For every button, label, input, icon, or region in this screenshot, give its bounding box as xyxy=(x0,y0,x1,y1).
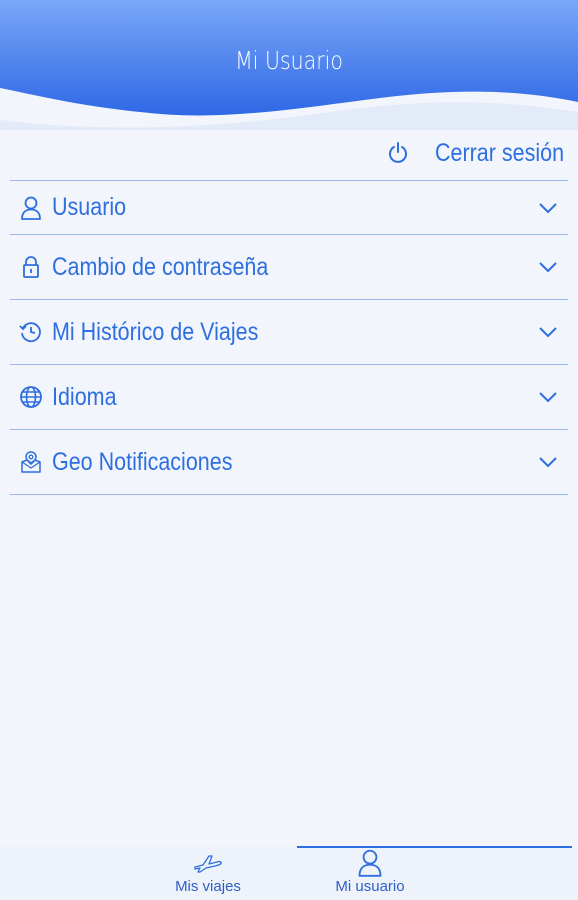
power-icon xyxy=(388,142,407,163)
user-icon xyxy=(18,195,44,221)
settings-menu: Usuario Cambio de contraseña Mi Históric… xyxy=(10,180,568,495)
chevron-down-icon xyxy=(539,392,557,403)
menu-item-label: Usuario xyxy=(52,193,127,221)
menu-item-label: Idioma xyxy=(52,382,117,411)
header: Mi Usuario xyxy=(0,0,578,130)
page-title: Mi Usuario xyxy=(235,46,343,75)
menu-item-usuario[interactable]: Usuario xyxy=(10,181,568,235)
tab-label: Mis viajes xyxy=(175,878,241,895)
menu-item-label: Geo Notificaciones xyxy=(52,447,233,476)
menu-item-idioma[interactable]: Idioma xyxy=(10,365,568,430)
chevron-down-icon xyxy=(539,457,557,468)
menu-item-label: Mi Histórico de Viajes xyxy=(52,317,259,346)
tab-label: Mi usuario xyxy=(335,878,405,895)
chevron-down-icon xyxy=(539,262,557,273)
chevron-down-icon xyxy=(539,202,557,213)
tab-mis-viajes[interactable]: Mis viajes xyxy=(138,846,278,900)
plane-icon xyxy=(193,850,223,876)
bottom-tab-bar: Mis viajes Mi usuario xyxy=(0,846,578,900)
lock-icon xyxy=(18,254,44,280)
menu-item-historico-viajes[interactable]: Mi Histórico de Viajes xyxy=(10,300,568,365)
geo-notification-icon xyxy=(18,449,44,475)
menu-item-label: Cambio de contraseña xyxy=(52,252,269,281)
chevron-down-icon xyxy=(539,327,557,338)
logout-label: Cerrar sesión xyxy=(434,138,564,167)
tab-mi-usuario[interactable]: Mi usuario xyxy=(300,846,440,900)
logout-button[interactable]: Cerrar sesión xyxy=(388,138,564,168)
globe-icon xyxy=(18,384,44,410)
menu-item-cambio-contrasena[interactable]: Cambio de contraseña xyxy=(10,235,568,300)
user-icon xyxy=(357,849,383,877)
history-icon xyxy=(18,319,44,345)
menu-item-geo-notificaciones[interactable]: Geo Notificaciones xyxy=(10,430,568,495)
